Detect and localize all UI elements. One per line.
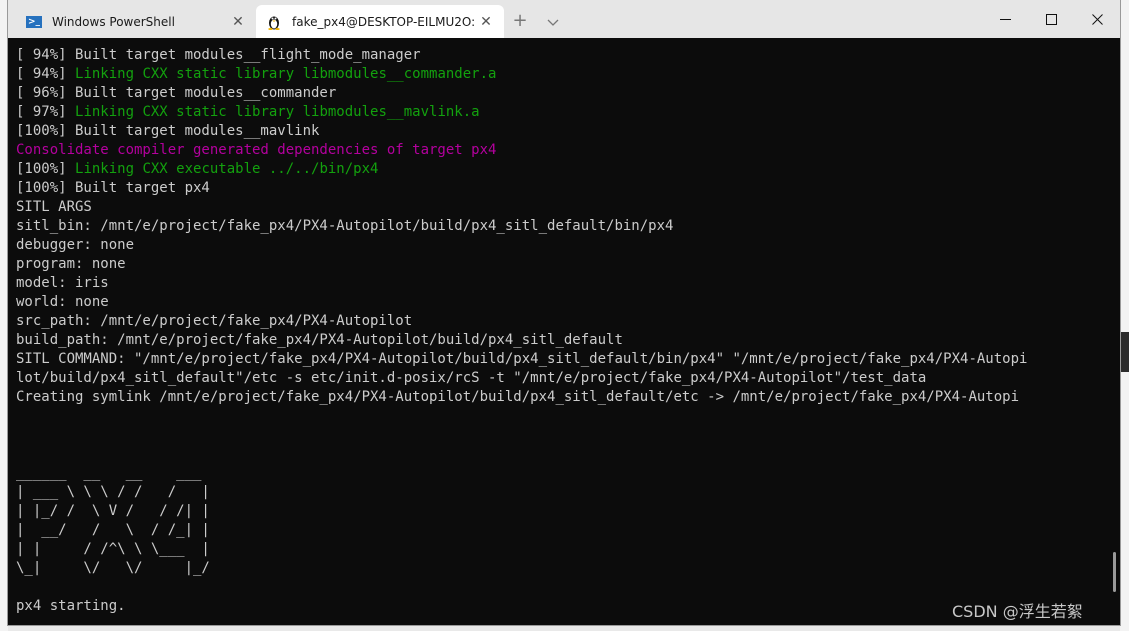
- terminal-line: src_path: /mnt/e/project/fake_px4/PX4-Au…: [16, 312, 1027, 331]
- background-window-left: [0, 0, 8, 631]
- line-text: model: iris: [16, 275, 109, 291]
- tab-windows-powershell[interactable]: >_ Windows PowerShell ✕: [16, 5, 256, 38]
- tab-label: Windows PowerShell: [52, 14, 175, 29]
- terminal-line: | ___ \ \ \ / / / |: [16, 483, 1027, 502]
- terminal-line: [ 94%] Linking CXX static library libmod…: [16, 65, 1027, 84]
- line-text: | ___ \ \ \ / / / |: [16, 484, 210, 500]
- terminal-line: | __/ / \ / /_| |: [16, 521, 1027, 540]
- line-text: px4 starting.: [16, 598, 126, 614]
- line-text: SITL COMMAND: "/mnt/e/project/fake_px4/P…: [16, 351, 1028, 367]
- line-prefix: [ 94%]: [16, 66, 76, 82]
- line-text: | |_/ / \ V / / /| |: [16, 503, 210, 519]
- scrollbar-thumb[interactable]: [1113, 552, 1116, 592]
- terminal-line: build_path: /mnt/e/project/fake_px4/PX4-…: [16, 331, 1027, 350]
- chevron-down-icon[interactable]: [541, 10, 565, 34]
- terminal-output-area[interactable]: [ 94%] Built target modules__flight_mode…: [8, 38, 1120, 625]
- terminal-line: [100%] Built target modules__mavlink: [16, 122, 1027, 141]
- terminal-line: [ 97%] Linking CXX static library libmod…: [16, 103, 1027, 122]
- line-text: Linking CXX static library libmodules__m…: [75, 104, 480, 120]
- terminal-line: model: iris: [16, 274, 1027, 293]
- terminal-line: sitl_bin: /mnt/e/project/fake_px4/PX4-Au…: [16, 217, 1027, 236]
- terminal-text: [ 94%] Built target modules__flight_mode…: [16, 46, 1027, 616]
- terminal-line: | |_/ / \ V / / /| |: [16, 502, 1027, 521]
- line-text: | | / /^\ \ \___ |: [16, 541, 210, 557]
- terminal-line: | | / /^\ \ \___ |: [16, 540, 1027, 559]
- tab-fake-px4[interactable]: fake_px4@DESKTOP-EILMU2O: ✕: [256, 5, 504, 38]
- line-text: \_| \/ \/ |_/: [16, 560, 210, 576]
- line-text: world: none: [16, 294, 109, 310]
- terminal-line: Creating symlink /mnt/e/project/fake_px4…: [16, 388, 1027, 407]
- powershell-icon: >_: [26, 15, 42, 28]
- line-text: program: none: [16, 256, 126, 272]
- terminal-line: SITL ARGS: [16, 198, 1027, 217]
- minimize-button[interactable]: [982, 0, 1028, 38]
- line-prefix: [100%]: [16, 161, 76, 177]
- watermark: CSDN @浮生若絮: [952, 602, 1083, 621]
- terminal-line: world: none: [16, 293, 1027, 312]
- terminal-line: [ 96%] Built target modules__commander: [16, 84, 1027, 103]
- new-tab-plus-icon[interactable]: +: [508, 10, 532, 34]
- maximize-button[interactable]: [1028, 0, 1074, 38]
- terminal-line: [100%] Linking CXX executable ../../bin/…: [16, 160, 1027, 179]
- close-tab-icon[interactable]: ✕: [478, 14, 494, 30]
- line-text: SITL ARGS: [16, 199, 92, 215]
- terminal-window: >_ Windows PowerShell ✕ fake_px4@DESKTOP…: [8, 0, 1120, 625]
- line-text: [100%] Built target modules__mavlink: [16, 123, 320, 139]
- tab-label: fake_px4@DESKTOP-EILMU2O:: [292, 14, 476, 29]
- line-text: [ 94%] Built target modules__flight_mode…: [16, 47, 421, 63]
- line-text: Creating symlink /mnt/e/project/fake_px4…: [16, 389, 1020, 405]
- terminal-line: lot/build/px4_sitl_default"/etc -s etc/i…: [16, 369, 1027, 388]
- line-prefix: [ 97%]: [16, 104, 76, 120]
- line-text: | __/ / \ / /_| |: [16, 522, 210, 538]
- terminal-line: ______ __ __ ___: [16, 464, 1027, 483]
- background-window-right-dark: [1120, 332, 1129, 372]
- terminal-line: px4 starting.: [16, 597, 1027, 616]
- line-text: ______ __ __ ___: [16, 465, 210, 481]
- line-text: Linking CXX static library libmodules__c…: [75, 66, 497, 82]
- line-text: [ 96%] Built target modules__commander: [16, 85, 337, 101]
- terminal-line: [ 94%] Built target modules__flight_mode…: [16, 46, 1027, 65]
- terminal-line: [100%] Built target px4: [16, 179, 1027, 198]
- terminal-line: SITL COMMAND: "/mnt/e/project/fake_px4/P…: [16, 350, 1027, 369]
- close-tab-icon[interactable]: ✕: [230, 14, 246, 30]
- background-window-right: [1120, 0, 1129, 631]
- title-bar[interactable]: >_ Windows PowerShell ✕ fake_px4@DESKTOP…: [8, 0, 1120, 38]
- terminal-line: debugger: none: [16, 236, 1027, 255]
- linux-penguin-icon: [266, 14, 282, 30]
- terminal-line: Consolidate compiler generated dependenc…: [16, 141, 1027, 160]
- line-text: build_path: /mnt/e/project/fake_px4/PX4-…: [16, 332, 623, 348]
- line-text: Linking CXX executable ../../bin/px4: [75, 161, 379, 177]
- line-text: [100%] Built target px4: [16, 180, 210, 196]
- line-text: debugger: none: [16, 237, 135, 253]
- terminal-line: program: none: [16, 255, 1027, 274]
- line-text: Consolidate compiler generated dependenc…: [16, 142, 497, 158]
- close-window-button[interactable]: [1074, 0, 1120, 38]
- terminal-line: \_| \/ \/ |_/: [16, 559, 1027, 578]
- line-text: lot/build/px4_sitl_default"/etc -s etc/i…: [16, 370, 927, 386]
- line-text: sitl_bin: /mnt/e/project/fake_px4/PX4-Au…: [16, 218, 674, 234]
- line-text: src_path: /mnt/e/project/fake_px4/PX4-Au…: [16, 313, 413, 329]
